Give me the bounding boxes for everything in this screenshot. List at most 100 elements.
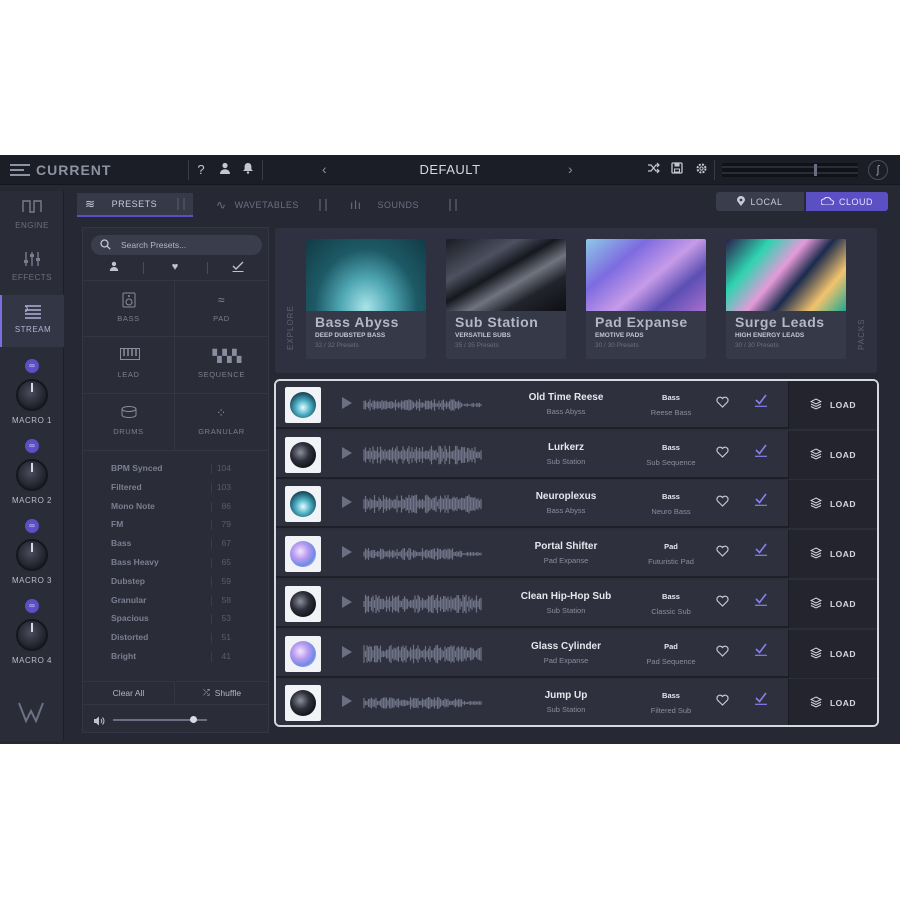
waveform[interactable] (362, 642, 484, 666)
checkmark-icon[interactable] (754, 692, 768, 708)
category-lead[interactable]: LEAD (83, 337, 175, 394)
preset-row[interactable]: Clean Hip-Hop Sub Sub Station Bass Classic … (276, 579, 877, 628)
load-button[interactable]: LOAD (788, 381, 877, 429)
nav-engine[interactable]: ENGINE (0, 191, 64, 243)
load-button[interactable]: LOAD (788, 430, 877, 479)
waveform-preview[interactable] (362, 393, 484, 422)
pack-card[interactable]: Pad Expanse EMOTIVE PADS 30 / 30 Presets (586, 239, 706, 359)
category-granular[interactable]: ⁘ GRANULAR (175, 394, 268, 451)
load-button[interactable]: LOAD (788, 679, 877, 725)
macro-link-icon[interactable]: ∞ (25, 359, 39, 373)
waveform-preview[interactable] (362, 492, 484, 521)
tag-filter[interactable]: Distorted 51 (111, 632, 259, 644)
tag-filter[interactable]: FM 79 (111, 519, 259, 531)
tag-filter[interactable]: Bass Heavy 65 (111, 557, 259, 568)
volume-slider[interactable] (113, 716, 207, 723)
load-button[interactable]: LOAD (788, 530, 877, 579)
tag-filter[interactable]: Bass 67 (111, 538, 259, 550)
search-input[interactable]: Search Presets... (91, 235, 262, 255)
macro-4-knob[interactable] (16, 619, 48, 651)
favorite-heart-icon[interactable] (716, 545, 729, 560)
preset-row[interactable]: Portal Shifter Pad Expanse Pad Futuristic P… (276, 530, 877, 579)
macro-link-icon[interactable]: ∞ (25, 519, 39, 533)
category-drums[interactable]: DRUMS (83, 394, 175, 451)
checkmark-icon[interactable] (754, 543, 768, 559)
power-icon[interactable]: ʃ (868, 160, 888, 180)
help-icon[interactable]: ? (193, 162, 209, 178)
clear-all-button[interactable]: Clear All (83, 681, 175, 703)
shuffle-button[interactable]: ⤮ Shuffle (176, 681, 268, 703)
pack-card[interactable]: Surge Leads HIGH ENERGY LEADS 30 / 30 Pres… (726, 239, 846, 359)
macro-2-knob[interactable] (16, 459, 48, 491)
favorite-heart-icon[interactable] (716, 495, 729, 510)
waveform-preview[interactable] (362, 542, 484, 571)
gear-icon[interactable] (693, 162, 709, 178)
checkmark-icon[interactable] (754, 493, 768, 509)
nav-stream[interactable]: STREAM (0, 295, 64, 347)
next-preset-button[interactable]: › (568, 161, 573, 177)
favorite-heart-icon[interactable] (716, 446, 729, 461)
load-button[interactable]: LOAD (788, 579, 877, 628)
play-icon[interactable] (342, 496, 352, 509)
macro-link-icon[interactable]: ∞ (25, 439, 39, 453)
tag-filter[interactable]: Filtered 103 (111, 482, 259, 493)
category-bass[interactable]: BASS (83, 280, 175, 337)
tab-presets[interactable]: ≋ PRESETS (77, 193, 194, 217)
current-preset-name[interactable]: DEFAULT (360, 162, 540, 177)
save-icon[interactable] (669, 162, 685, 178)
waveform[interactable] (362, 492, 484, 516)
favorite-heart-icon[interactable] (716, 694, 729, 709)
tag-filter[interactable]: Dubstep 59 (111, 576, 259, 587)
waveform-preview[interactable] (362, 592, 484, 621)
nav-effects[interactable]: EFFECTS (0, 243, 64, 295)
load-button[interactable]: LOAD (788, 629, 877, 678)
previous-preset-button[interactable]: ‹ (322, 161, 327, 177)
tag-filter[interactable]: Spacious 53 (111, 613, 259, 625)
waveform[interactable] (362, 443, 484, 467)
macro-1-knob[interactable] (16, 379, 48, 411)
waveform-preview[interactable] (362, 642, 484, 671)
preset-row[interactable]: Neuroplexus Bass Abyss Bass Neuro Bass LOAD (276, 480, 877, 529)
favorite-heart-icon[interactable] (716, 396, 729, 411)
waveform-preview[interactable] (362, 443, 484, 472)
favorite-heart-icon[interactable] (716, 645, 729, 660)
macro-3-knob[interactable] (16, 539, 48, 571)
checkmark-icon[interactable] (754, 593, 768, 609)
waveform[interactable] (362, 592, 484, 616)
preset-row[interactable]: Jump Up Sub Station Bass Filtered Sub LOAD (276, 679, 877, 725)
load-button[interactable]: LOAD (788, 480, 877, 529)
tag-filter[interactable]: Granular 58 (111, 595, 259, 606)
tab-sounds[interactable]: ıIı SOUNDS (350, 193, 458, 217)
waveform[interactable] (362, 542, 484, 566)
play-icon[interactable] (342, 397, 352, 409)
user-icon[interactable] (217, 162, 233, 178)
play-icon[interactable] (342, 645, 352, 658)
cloud-toggle[interactable]: CLOUD (806, 192, 888, 211)
filter-user-icon[interactable] (84, 261, 144, 274)
waveform-preview[interactable] (362, 691, 484, 720)
shuffle-icon[interactable] (645, 162, 661, 178)
play-icon[interactable] (342, 695, 352, 708)
tag-filter[interactable]: BPM Synced 104 (111, 463, 259, 474)
category-pad[interactable]: ≈ PAD (175, 280, 268, 337)
tab-wavetables[interactable]: ∿ WAVETABLES (216, 193, 327, 217)
pack-card[interactable]: Sub Station VERSATILE SUBS 35 / 35 Presets (446, 239, 566, 359)
macro-link-icon[interactable]: ∞ (25, 599, 39, 613)
waveform[interactable] (362, 393, 484, 417)
tag-filter[interactable]: Mono Note 86 (111, 501, 259, 512)
preset-row[interactable]: Lurkerz Sub Station Bass Sub Sequence LOAD (276, 430, 877, 479)
tag-filter[interactable]: Bright 41 (111, 651, 259, 662)
play-icon[interactable] (342, 546, 352, 559)
checkmark-icon[interactable] (754, 444, 768, 460)
pack-card[interactable]: Bass Abyss DEEP DUBSTEP BASS 32 / 32 Prese… (306, 239, 426, 359)
volume-slider-handle[interactable] (189, 716, 197, 723)
play-icon[interactable] (342, 595, 352, 608)
local-toggle[interactable]: LOCAL (716, 192, 804, 211)
play-icon[interactable] (342, 446, 352, 459)
category-sequence[interactable]: ▚▚▚ SEQUENCE (175, 337, 268, 394)
preset-row[interactable]: Glass Cylinder Pad Expanse Pad Pad Sequence… (276, 629, 877, 678)
filter-favorites-icon[interactable]: ♥ (145, 261, 205, 273)
waveform[interactable] (362, 691, 484, 715)
checkmark-icon[interactable] (754, 394, 768, 410)
bell-icon[interactable] (240, 162, 256, 178)
